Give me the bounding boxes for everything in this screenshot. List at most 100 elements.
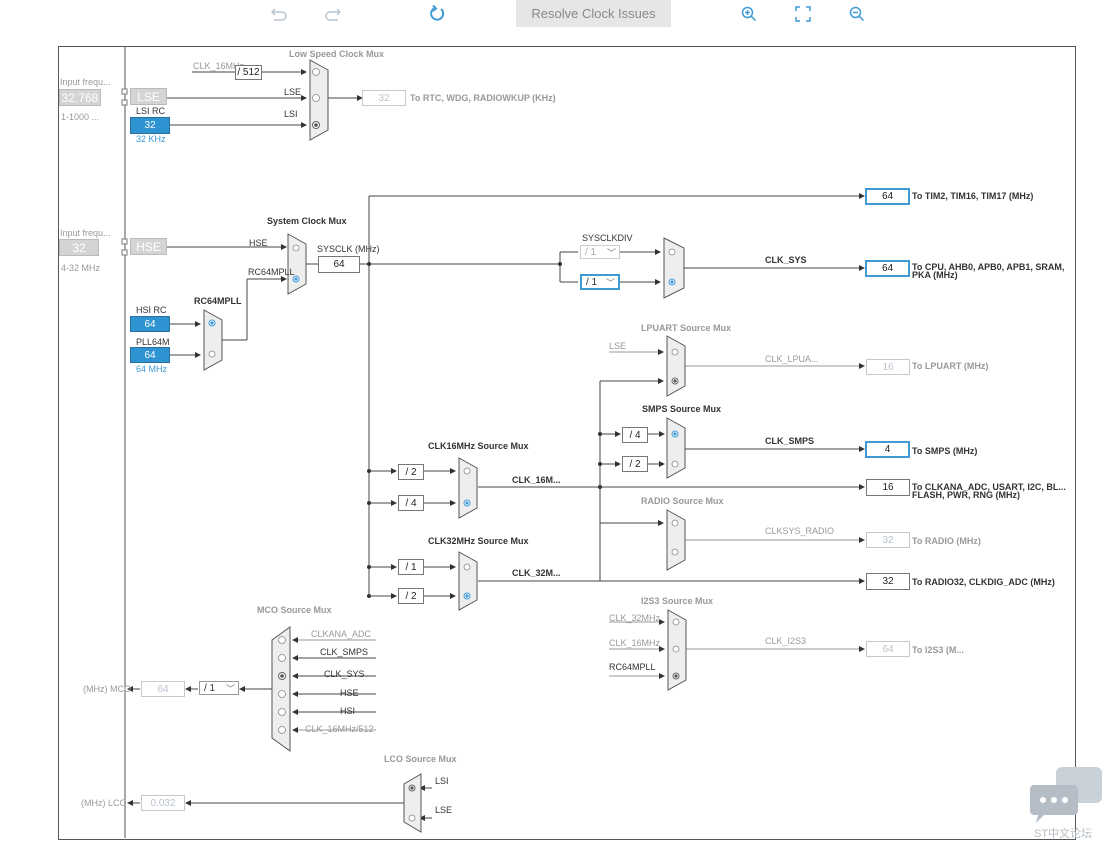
clk-i2s3-label: CLK_I2S3 (765, 636, 807, 646)
lco-mux-title: LCO Source Mux (384, 754, 457, 764)
clk32-mux-title: CLK32MHz Source Mux (428, 536, 529, 546)
lsi-rc-label: LSI RC (136, 106, 166, 116)
lpuart-mux-title: LPUART Source Mux (641, 323, 732, 333)
clk16-mux-shape (458, 457, 478, 519)
tim-output-label: To TIM2, TIM16, TIM17 (MHz) (912, 191, 1034, 201)
lowspeed-mux-title: Low Speed Clock Mux (289, 49, 385, 59)
smps-div4-box: / 4 (622, 427, 648, 443)
lco-mux-shape (403, 773, 422, 833)
lowspeed-lsi-label: LSI (284, 109, 298, 119)
hsi-rc-value-box[interactable]: 64 (130, 316, 170, 332)
radio-mux-shape (666, 509, 686, 571)
mco-output-value[interactable]: 64 (141, 681, 185, 697)
hsi-rc-label: HSI RC (136, 305, 167, 315)
clk16-output-label-2: FLASH, PWR, RNG (MHz) (912, 490, 1020, 500)
clk32-div1-box: / 1 (398, 559, 424, 575)
sysclkdiv-title: SYSCLKDIV (582, 233, 633, 243)
lse-range-label: 1-1000 ... (61, 112, 100, 122)
clk32-div2-box: / 2 (398, 588, 424, 604)
lco-lsi-label: LSI (435, 776, 449, 786)
i2s3-mux-title: I2S3 Source Mux (641, 596, 714, 606)
lco-lse-label: LSE (435, 805, 453, 815)
mco-mux-title: MCO Source Mux (257, 605, 332, 615)
rtc-output-label: To RTC, WDG, RADIOWKUP (KHz) (410, 93, 556, 103)
pll64m-label: PLL64M (136, 337, 170, 347)
lpuart-mux-shape (666, 335, 686, 397)
forum-watermark-text: ST中文论坛 (1034, 828, 1093, 840)
clk-smps-label: CLK_SMPS (765, 436, 815, 446)
rc64mpll-mux-title: RC64MPLL (194, 296, 242, 306)
mco-input-1: CLK_SMPS (320, 647, 369, 657)
sysclkdiv-bottom-dropdown[interactable]: / 1 ﹀ (580, 274, 620, 290)
smps-div2-box: / 2 (622, 456, 648, 472)
i2s3-output-label: To I2S3 (M... (912, 645, 964, 655)
rc64mpll-mux-shape (203, 309, 223, 371)
chevron-down-icon: ﹀ (606, 248, 616, 258)
lse-input-frequency-label: Input frequ... (60, 77, 111, 87)
smps-mux-title: SMPS Source Mux (642, 404, 722, 414)
cpu-output-label-2: PKA (MHz) (912, 270, 958, 280)
clk16-output-value[interactable]: 16 (866, 479, 910, 496)
lsi-rc-value-box[interactable]: 32 (130, 117, 170, 134)
sysclkdiv-top-dropdown[interactable]: / 1 ﹀ (580, 245, 620, 259)
pll64m-value-box[interactable]: 64 (130, 347, 170, 363)
sysclkdiv-mux-shape (663, 237, 685, 299)
lowspeed-lse-label: LSE (284, 87, 302, 97)
chevron-down-icon: ﹀ (605, 278, 615, 288)
i2s3-output-value[interactable]: 64 (866, 641, 910, 657)
i2s3-in-clk32: CLK_32MHz (609, 613, 661, 623)
hse-input-frequency-field[interactable]: 32 (59, 239, 99, 256)
radio-output-value[interactable]: 32 (866, 532, 910, 548)
hse-range-label: 4-32 MHz (61, 263, 101, 273)
mco-input-0: CLKANA_ADC (311, 629, 372, 639)
mco-output-label: (MHz) MCO (83, 684, 131, 694)
lco-output-value[interactable]: 0.032 (141, 795, 185, 811)
clk16-div2-box: / 2 (398, 464, 424, 480)
clk32-output-value[interactable]: 32 (866, 573, 910, 590)
clk16-div4-box: / 4 (398, 495, 424, 511)
clk16-mux-title: CLK16MHz Source Mux (428, 441, 529, 451)
clksys-radio-label: CLKSYS_RADIO (765, 526, 835, 536)
system-mux-shape (287, 233, 307, 295)
clk-lpuart-label: CLK_LPUA... (765, 354, 819, 364)
lsi-rc-unit: 32 KHz (136, 134, 166, 144)
clk32-mux-shape (458, 551, 478, 611)
sysclkdiv-top-value: / 1 (585, 246, 597, 258)
lco-output-label: (MHz) LCO (81, 798, 127, 808)
mco-divider-value: / 1 (204, 682, 216, 694)
clk-sys-label: CLK_SYS (765, 255, 807, 265)
pll64m-unit: 64 MHz (136, 364, 168, 374)
lpuart-lse-label: LSE (609, 341, 627, 351)
clk-32m-label: CLK_32M... (512, 568, 561, 578)
clk-16m-label: CLK_16M... (512, 475, 561, 485)
i2s3-in-rc64mpll: RC64MPLL (609, 662, 656, 672)
mco-input-4: HSI (340, 706, 356, 716)
lse-input-frequency-field[interactable]: 32.768 (59, 89, 101, 106)
hse-source-box[interactable]: HSE (130, 238, 167, 255)
mco-input-5: CLK_16MHz/512 (305, 724, 374, 734)
smps-output-value[interactable]: 4 (865, 441, 910, 458)
sysclkdiv-bottom-value: / 1 (586, 276, 598, 288)
lse-source-box[interactable]: LSE (130, 88, 167, 105)
smps-output-label: To SMPS (MHz) (912, 446, 978, 456)
mco-divider-dropdown[interactable]: / 1 ﹀ (199, 681, 239, 695)
forum-chat-icon (1030, 767, 1102, 823)
system-mux-rc64mpll-label: RC64MPLL (248, 267, 295, 277)
sysclk-label: SYSCLK (MHz) (317, 244, 380, 254)
cpu-output-value[interactable]: 64 (865, 260, 910, 277)
lpuart-output-label: To LPUART (MHz) (912, 361, 989, 371)
hse-input-frequency-label: Input frequ... (60, 228, 111, 238)
system-mux-hse-label: HSE (249, 238, 268, 248)
smps-mux-shape (666, 417, 686, 479)
system-mux-title: System Clock Mux (267, 216, 347, 226)
radio-output-label: To RADIO (MHz) (912, 536, 981, 546)
sysclk-value-box[interactable]: 64 (318, 256, 360, 273)
lowspeed-div512-box: / 512 (235, 65, 262, 80)
chevron-down-icon: ﹀ (225, 684, 235, 694)
lpuart-output-value[interactable]: 16 (866, 359, 910, 375)
rtc-output-value[interactable]: 32 (362, 90, 406, 106)
mco-input-2: CLK_SYS (324, 669, 365, 679)
tim-output-value[interactable]: 64 (865, 188, 910, 205)
mco-input-3: HSE (340, 688, 359, 698)
i2s3-in-clk16: CLK_16MHz (609, 638, 661, 648)
